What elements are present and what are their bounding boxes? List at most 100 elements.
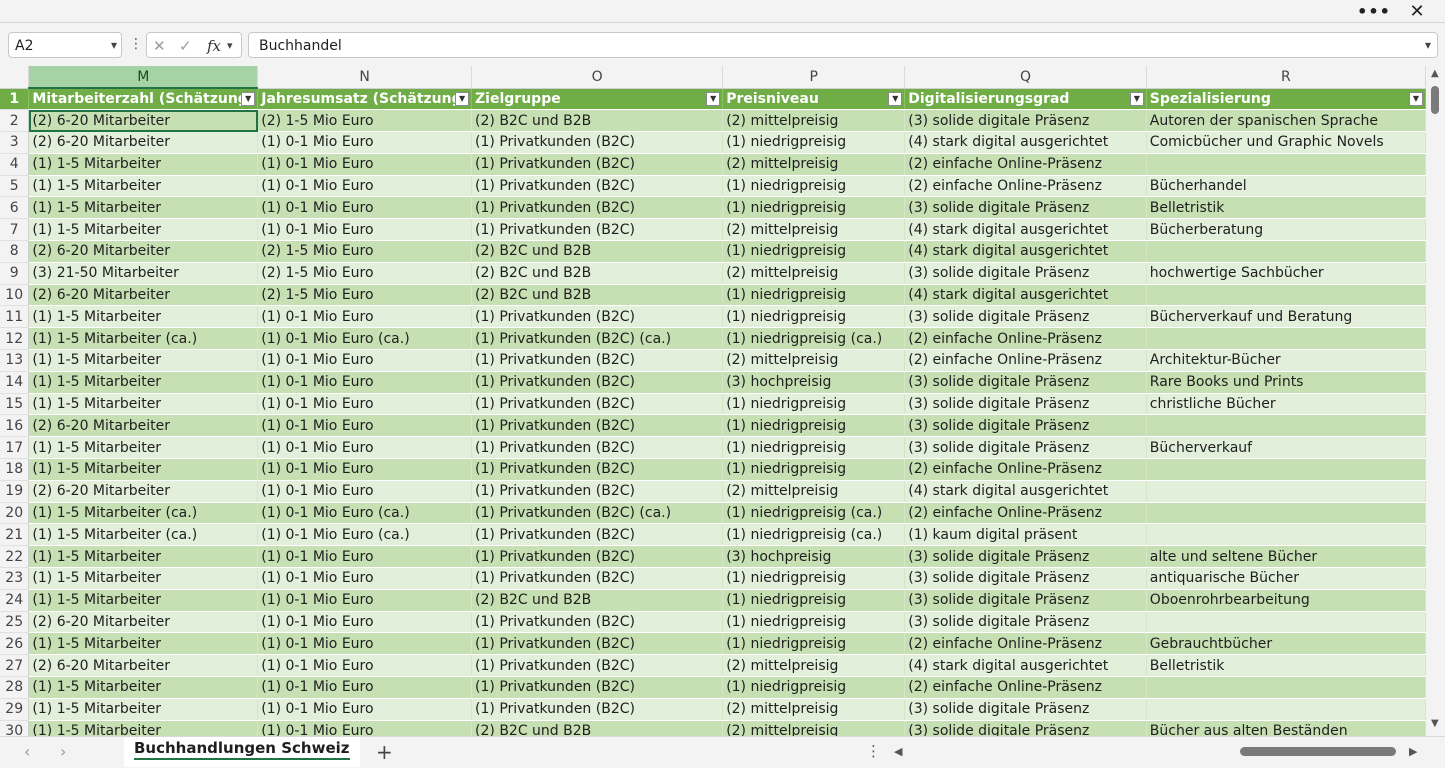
table-cell[interactable]: (1) 1-5 Mitarbeiter [28,545,259,569]
row-number[interactable]: 5 [0,175,30,198]
table-cell[interactable]: (2) 6-20 Mitarbeiter [28,131,259,154]
table-cell[interactable]: (1) 0-1 Mio Euro [257,654,473,678]
chevron-right-icon[interactable]: › [60,742,66,761]
table-cell[interactable]: (1) 0-1 Mio Euro (ca.) [257,502,473,525]
table-cell[interactable]: Bücherberatung [1146,218,1426,242]
table-cell[interactable]: (1) Privatkunden (B2C) [471,218,724,242]
table-cell[interactable]: (1) niedrigpreisig [722,240,906,263]
table-cell[interactable]: (1) 0-1 Mio Euro [257,371,473,394]
horizontal-scroll-thumb[interactable] [1240,747,1396,756]
table-cell[interactable]: (1) Privatkunden (B2C) [471,698,724,721]
table-cell[interactable]: (1) 1-5 Mitarbeiter [28,218,259,242]
table-cell[interactable]: (1) niedrigpreisig [722,611,906,634]
table-cell[interactable]: (1) niedrigpreisig [722,589,906,612]
table-cell[interactable]: (3) hochpreisig [722,371,906,394]
table-cell[interactable]: (3) solide digitale Präsenz [904,371,1147,394]
vertical-scrollbar[interactable]: ▲ ▼ [1427,66,1445,736]
table-cell[interactable]: (2) 1-5 Mio Euro [257,109,473,133]
formula-input[interactable]: Buchhandel ▾ [248,32,1438,58]
table-cell[interactable]: (1) Privatkunden (B2C) [471,676,724,699]
table-cell[interactable]: (2) einfache Online-Präsenz [904,153,1147,176]
table-cell[interactable]: (1) Privatkunden (B2C) [471,480,724,503]
row-number[interactable]: 6 [0,196,30,220]
table-cell[interactable]: Belletristik [1146,196,1426,220]
table-cell[interactable]: (1) niedrigpreisig [722,632,906,656]
table-cell[interactable]: Rare Books und Prints [1146,371,1426,394]
table-cell[interactable]: (1) 0-1 Mio Euro [257,153,473,176]
table-cell[interactable]: (1) Privatkunden (B2C) [471,458,724,481]
filter-dropdown-icon[interactable]: ▼ [1409,91,1423,106]
column-header-m[interactable]: M [28,66,259,89]
table-cell[interactable]: (1) 0-1 Mio Euro (ca.) [257,327,473,351]
table-cell[interactable]: (1) niedrigpreisig (ca.) [722,327,906,351]
vertical-dots-icon[interactable]: ⋮ [129,36,143,52]
table-cell[interactable]: (2) 6-20 Mitarbeiter [28,654,259,678]
table-cell[interactable]: (4) stark digital ausgerichtet [904,218,1147,242]
table-cell[interactable]: (3) solide digitale Präsenz [904,393,1147,416]
table-cell[interactable]: (1) 0-1 Mio Euro [257,567,473,590]
scroll-up-icon[interactable]: ▲ [1431,68,1439,79]
table-cell[interactable]: (1) niedrigpreisig [722,393,906,416]
table-cell[interactable] [1146,523,1426,547]
table-cell[interactable]: (3) solide digitale Präsenz [904,589,1147,612]
table-cell[interactable]: (2) B2C und B2B [471,589,724,612]
row-number[interactable]: 20 [0,502,30,525]
row-number[interactable]: 21 [0,523,30,547]
filter-dropdown-icon[interactable]: ▼ [706,91,721,106]
table-cell[interactable]: (2) 6-20 Mitarbeiter [28,109,259,133]
table-cell[interactable]: (1) niedrigpreisig [722,676,906,699]
table-cell[interactable]: (1) 0-1 Mio Euro [257,545,473,569]
table-cell[interactable]: (2) einfache Online-Präsenz [904,349,1147,372]
table-cell[interactable]: (2) B2C und B2B [471,720,724,736]
table-cell[interactable]: (1) Privatkunden (B2C) [471,545,724,569]
table-cell[interactable]: (3) solide digitale Präsenz [904,698,1147,721]
table-cell[interactable]: (1) kaum digital präsent [904,523,1147,547]
table-cell[interactable] [1146,480,1426,503]
table-cell[interactable]: (1) 1-5 Mitarbeiter [28,436,259,460]
table-cell[interactable]: (1) 0-1 Mio Euro [257,458,473,481]
table-cell[interactable] [1146,502,1426,525]
table-cell[interactable]: Bücher aus alten Beständen [1146,720,1426,736]
table-cell[interactable]: (1) 1-5 Mitarbeiter [28,393,259,416]
table-cell[interactable]: (1) 0-1 Mio Euro [257,414,473,438]
row-number[interactable]: 8 [0,240,30,263]
table-cell[interactable]: (1) Privatkunden (B2C) [471,611,724,634]
table-cell[interactable]: (1) 0-1 Mio Euro [257,131,473,154]
table-cell[interactable]: (2) mittelpreisig [722,698,906,721]
table-cell[interactable]: (1) 0-1 Mio Euro [257,436,473,460]
row-number[interactable]: 16 [0,414,30,438]
table-cell[interactable] [1146,676,1426,699]
table-cell[interactable]: (1) 0-1 Mio Euro [257,480,473,503]
table-cell[interactable]: (1) 0-1 Mio Euro [257,175,473,198]
table-cell[interactable]: (2) mittelpreisig [722,153,906,176]
table-cell[interactable]: Oboenrohrbearbeitung [1146,589,1426,612]
table-cell[interactable]: (3) solide digitale Präsenz [904,545,1147,569]
table-cell[interactable]: Comicbücher und Graphic Novels [1146,131,1426,154]
table-cell[interactable]: hochwertige Sachbücher [1146,262,1426,285]
row-number[interactable]: 25 [0,611,30,634]
filter-dropdown-icon[interactable]: ▼ [455,91,470,106]
table-cell[interactable]: Autoren der spanischen Sprache [1146,109,1426,133]
table-cell[interactable]: (1) Privatkunden (B2C) [471,153,724,176]
table-cell[interactable]: (1) 1-5 Mitarbeiter (ca.) [28,327,259,351]
vertical-dots-icon[interactable]: ⋮ [866,742,881,760]
table-header-cell[interactable]: Jahresumsatz (Schätzung) ▼ [257,88,473,111]
table-cell[interactable]: (2) 6-20 Mitarbeiter [28,240,259,263]
check-icon[interactable]: ✓ [179,37,192,55]
table-cell[interactable]: (2) mittelpreisig [722,720,906,736]
table-cell[interactable]: (2) einfache Online-Präsenz [904,458,1147,481]
select-all-corner[interactable] [0,66,30,89]
table-cell[interactable]: (2) mittelpreisig [722,654,906,678]
row-number[interactable]: 12 [0,327,30,351]
table-cell[interactable]: (1) 0-1 Mio Euro [257,676,473,699]
row-number[interactable]: 1 [0,88,30,111]
scroll-left-icon[interactable]: ◀ [894,745,902,758]
table-cell[interactable]: (2) mittelpreisig [722,349,906,372]
table-cell[interactable]: (2) 6-20 Mitarbeiter [28,611,259,634]
spreadsheet-grid[interactable]: M N O P Q R 1 Mitarbeiterzahl (Schätzung… [0,66,1426,736]
table-cell[interactable]: (1) 1-5 Mitarbeiter [28,458,259,481]
table-cell[interactable]: (1) niedrigpreisig [722,436,906,460]
filter-dropdown-icon[interactable]: ▼ [241,92,256,106]
row-number[interactable]: 17 [0,436,30,460]
scroll-down-icon[interactable]: ▼ [1431,718,1439,729]
